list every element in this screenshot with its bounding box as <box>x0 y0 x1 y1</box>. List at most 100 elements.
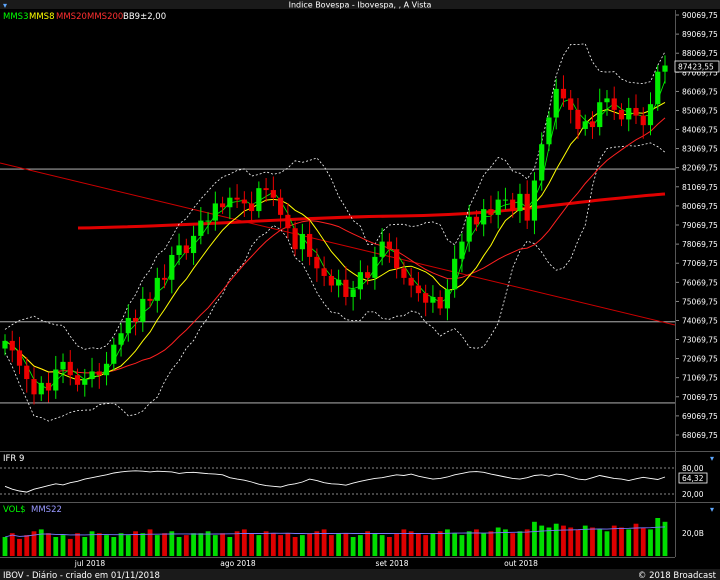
candle-body <box>16 350 23 366</box>
chevron-down-icon[interactable]: ▾ <box>710 454 714 463</box>
volume-bar <box>125 535 131 556</box>
volume-bar <box>104 535 109 556</box>
price-tick-label: 88069,75 <box>682 49 718 58</box>
legend-mms8: MMS8 <box>29 12 54 22</box>
volume-bar <box>191 533 196 556</box>
candle-body <box>379 241 385 257</box>
volume-bar <box>285 533 291 556</box>
candle-body <box>31 379 37 395</box>
candle-body <box>111 344 117 364</box>
candle-body <box>67 361 73 376</box>
volume-bar <box>205 531 211 556</box>
candle-body <box>662 65 668 72</box>
bollinger-lower <box>4 142 666 422</box>
mms3-line <box>4 80 666 390</box>
volume-bar <box>503 529 508 556</box>
volume-bar <box>96 533 102 556</box>
candle-body <box>74 375 81 385</box>
candle-body <box>103 363 110 376</box>
candle-body <box>618 109 625 120</box>
candle-body <box>45 382 52 391</box>
price-tick-label: 90069,75 <box>682 11 718 20</box>
volume-bar <box>394 533 400 556</box>
volume-bar <box>314 531 320 556</box>
volume-bar <box>481 533 487 556</box>
volume-bar <box>553 523 559 556</box>
candle-body <box>2 340 8 349</box>
volume-bar <box>365 531 371 556</box>
volume-bar <box>517 531 523 556</box>
candle-body <box>9 340 15 351</box>
candle-body <box>82 379 88 385</box>
candle-body <box>212 203 218 221</box>
candle-body <box>575 109 581 129</box>
volume-bar <box>452 533 458 556</box>
candle-body <box>408 277 414 286</box>
candle-body <box>96 371 102 376</box>
volume-bar <box>466 531 472 556</box>
price-tick-label: 72069,75 <box>682 355 718 364</box>
price-tick-label: 69069,75 <box>682 412 718 421</box>
volume-bar <box>633 523 639 556</box>
volume-bar <box>249 533 254 556</box>
candle-body <box>459 241 465 259</box>
volume-bar <box>118 533 124 556</box>
volume-bar <box>568 527 574 556</box>
price-tick-label: 85069,75 <box>682 106 718 115</box>
legend-mms20: MMS20 <box>56 12 87 22</box>
candle-body <box>328 275 334 286</box>
volume-bar <box>263 531 269 556</box>
volume-bar <box>524 529 530 556</box>
volume-bar <box>655 518 661 556</box>
ifr-title: IFR 9 <box>3 454 24 464</box>
volume-bar <box>24 535 30 556</box>
volume-bar <box>220 533 225 556</box>
volume-bar <box>9 533 15 556</box>
candle-body <box>53 369 59 391</box>
candle-body <box>125 317 131 334</box>
price-tick-label: 79069,75 <box>682 221 718 230</box>
chevron-down-icon[interactable]: ▾ <box>710 505 714 514</box>
volume-bar <box>147 529 153 556</box>
candle-body <box>24 365 30 380</box>
volume-bar <box>176 537 182 556</box>
price-tick-label: 78069,75 <box>682 240 718 249</box>
candle-body <box>183 245 189 254</box>
volume-bar <box>278 535 284 556</box>
price-tick-label: 82069,75 <box>682 164 718 173</box>
candle-body <box>611 98 617 110</box>
volume-bar <box>343 533 349 556</box>
candle-body <box>350 289 356 297</box>
volume-bar <box>423 535 429 556</box>
candle-body <box>263 188 269 191</box>
volume-bar <box>350 537 356 556</box>
volume-bar <box>626 529 632 556</box>
price-chart[interactable]: ▾ Indice Bovespa - Ibovespa, , A Vista M… <box>0 0 720 580</box>
vol-level-label: 20,0B <box>682 529 704 538</box>
chevron-down-icon[interactable]: ▾ <box>3 1 7 10</box>
price-tick-label: 70069,75 <box>682 393 718 402</box>
candle-body <box>140 298 146 322</box>
volume-bar <box>133 531 138 556</box>
candle-body <box>357 272 363 290</box>
volume-bar <box>328 535 334 556</box>
candle-body <box>481 209 487 225</box>
candle-body <box>546 117 552 145</box>
time-label-set: set 2018 <box>376 559 409 568</box>
volume-bar <box>539 525 545 556</box>
price-tick-label: 77069,75 <box>682 259 718 268</box>
candle-body <box>488 209 494 215</box>
volume-bar <box>510 533 516 556</box>
volume-bar <box>292 537 298 556</box>
candle-body <box>169 254 175 280</box>
volume-bar <box>430 533 436 556</box>
price-tick-label: 89069,75 <box>682 30 718 39</box>
volume-bar <box>604 531 610 556</box>
price-tick-label: 73069,75 <box>682 336 718 345</box>
candle-body <box>452 258 458 290</box>
candle-body <box>270 190 276 198</box>
time-label-jul: jul 2018 <box>74 559 106 568</box>
time-label-ago: ago 2018 <box>220 559 256 568</box>
volume-bar <box>575 529 581 556</box>
trendline[interactable] <box>0 162 676 326</box>
